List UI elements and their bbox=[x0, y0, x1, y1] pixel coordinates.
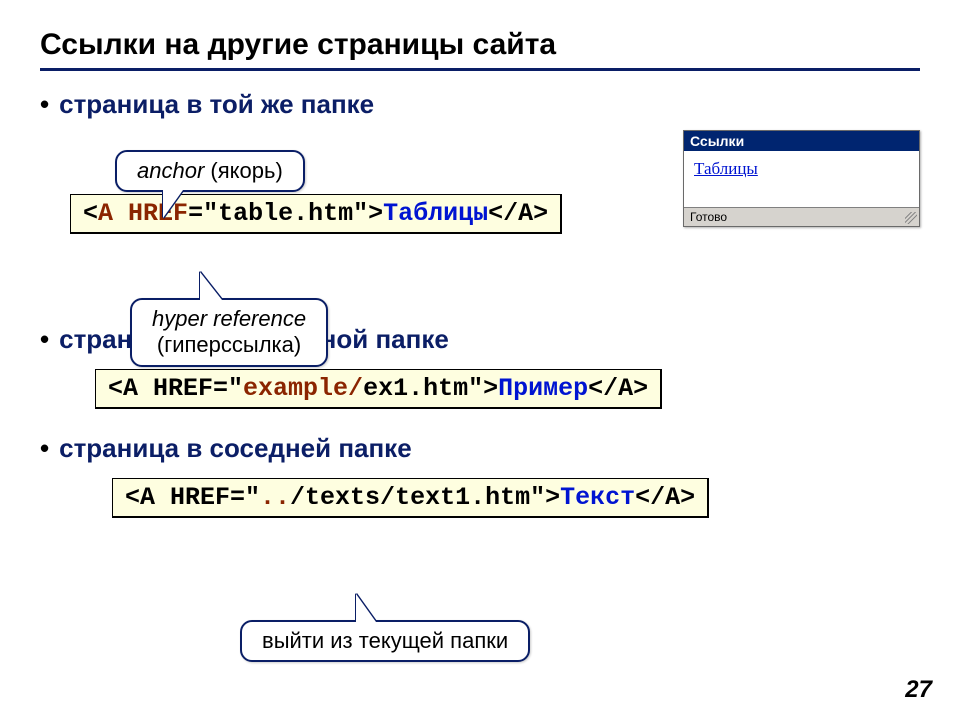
code-same-folder: <A HREF="table.htm">Таблицы</A> bbox=[70, 194, 562, 234]
code1-lt: < bbox=[83, 199, 98, 228]
callout-dotdot-text: выйти из текущей папки bbox=[262, 628, 508, 653]
code1-link: Таблицы bbox=[383, 199, 488, 228]
browser-statusbar: Готово bbox=[684, 207, 919, 226]
callout-href: hyper reference (гиперссылка) bbox=[130, 298, 328, 367]
bullet-sib-folder: страница в соседней папке bbox=[40, 433, 920, 464]
code2-pre: <A HREF=" bbox=[108, 374, 243, 403]
callout-anchor-it: anchor bbox=[137, 158, 204, 183]
browser-preview: Ссылки Таблицы Готово bbox=[683, 130, 920, 227]
code3-link: Текст bbox=[560, 483, 635, 512]
callout-href-it: hyper reference bbox=[152, 306, 306, 331]
code-sub-folder: <A HREF="example/ex1.htm">Пример</A> bbox=[95, 369, 662, 409]
code3-close: </A> bbox=[635, 483, 695, 512]
callout-anchor-rest: (якорь) bbox=[204, 158, 282, 183]
code1-close: </A> bbox=[488, 199, 548, 228]
callout-dotdot: выйти из текущей папки bbox=[240, 620, 530, 662]
code3-pre: <A HREF=" bbox=[125, 483, 260, 512]
code1-eq: ="table.htm"> bbox=[188, 199, 383, 228]
browser-link[interactable]: Таблицы bbox=[694, 159, 758, 178]
bullet-same-folder: страница в той же папке bbox=[40, 89, 920, 120]
browser-titlebar: Ссылки bbox=[684, 131, 919, 151]
resize-grip-icon bbox=[905, 212, 917, 224]
page-number: 27 bbox=[905, 676, 932, 704]
slide: Ссылки на другие страницы сайта страница… bbox=[0, 0, 960, 720]
title-underline bbox=[40, 68, 920, 71]
code2-link: Пример bbox=[498, 374, 588, 403]
browser-content: Таблицы bbox=[684, 151, 919, 207]
callout-anchor: anchor (якорь) bbox=[115, 150, 305, 192]
page-title: Ссылки на другие страницы сайта bbox=[40, 28, 920, 62]
code2-close: </A> bbox=[588, 374, 648, 403]
code-sib-folder: <A HREF="../texts/text1.htm">Текст</A> bbox=[112, 478, 709, 518]
code3-rest: /texts/text1.htm"> bbox=[290, 483, 560, 512]
callout-href-rest: (гиперссылка) bbox=[157, 332, 301, 357]
code3-dots: .. bbox=[260, 483, 290, 512]
code1-a: A bbox=[98, 199, 113, 228]
browser-status-text: Готово bbox=[690, 210, 727, 224]
code2-rest: ex1.htm"> bbox=[363, 374, 498, 403]
code1-sp bbox=[113, 199, 128, 228]
code2-folder: example/ bbox=[243, 374, 363, 403]
